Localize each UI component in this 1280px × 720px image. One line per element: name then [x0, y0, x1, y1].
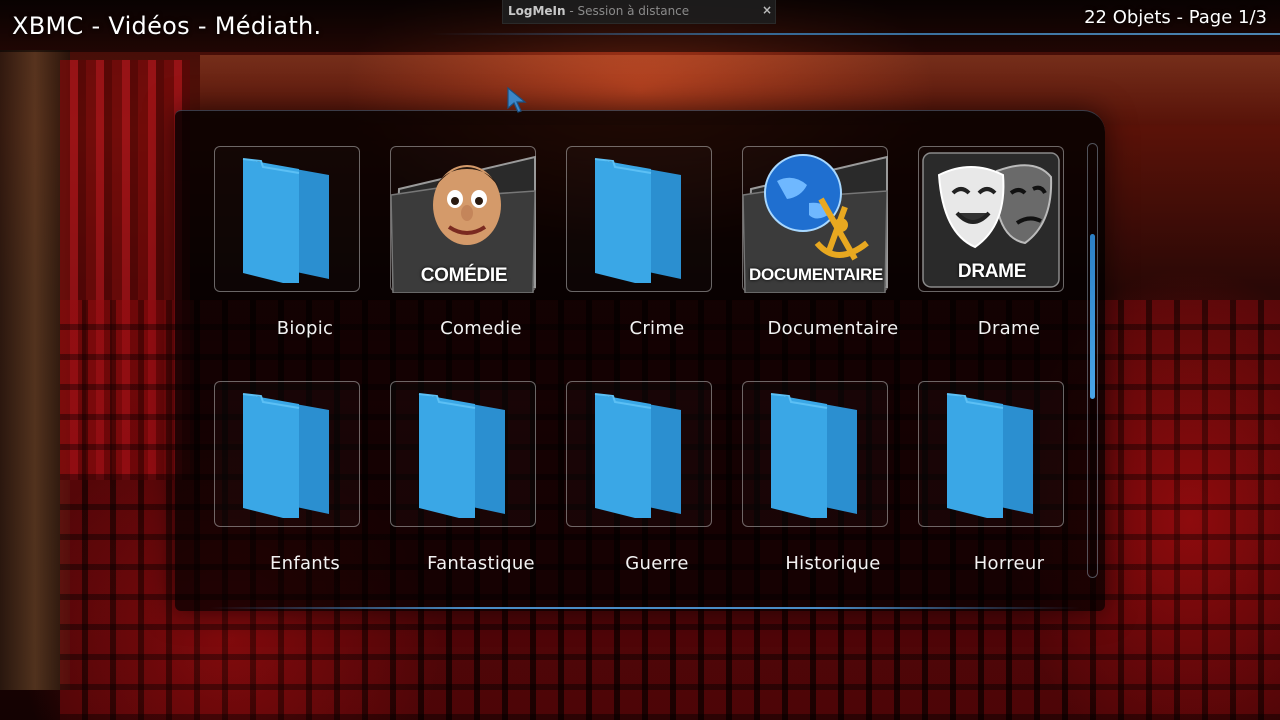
tile-frame: DRAME: [918, 146, 1064, 292]
documentary-thumbnail-caption: DOCUMENTAIRE: [749, 265, 883, 284]
tile-crime[interactable]: Crime: [528, 146, 712, 366]
folder-icon: [242, 158, 329, 283]
folder-icon: [418, 393, 505, 518]
header-divider: [430, 33, 1280, 35]
scrollbar-thumb[interactable]: [1090, 234, 1095, 399]
tile-frame: COMÉDIE: [390, 146, 536, 293]
remote-session-brand: LogMeIn: [508, 4, 566, 18]
folder-icon: [594, 393, 681, 518]
tile-drame[interactable]: DRAME Drame: [880, 146, 1064, 366]
tile-frame: DOCUMENTAIRE: [742, 146, 888, 293]
remote-session-subtitle: - Session à distance: [565, 4, 690, 18]
close-icon[interactable]: ×: [762, 0, 772, 22]
tile-biopic[interactable]: Biopic: [176, 146, 360, 366]
tile-historique[interactable]: Historique: [704, 381, 888, 601]
tile-frame: [742, 381, 888, 527]
tile-frame: [214, 381, 360, 527]
comedy-thumbnail-caption: COMÉDIE: [420, 265, 508, 286]
folder-icon: [242, 393, 329, 518]
tile-horreur[interactable]: Horreur: [880, 381, 1064, 601]
folder-icon: [770, 393, 857, 518]
tile-guerre[interactable]: Guerre: [528, 381, 712, 601]
vertical-scrollbar[interactable]: [1087, 143, 1098, 578]
tile-label: Horreur: [973, 553, 1045, 574]
tile-frame: [566, 381, 712, 527]
remote-session-tab[interactable]: LogMeIn - Session à distance ×: [502, 0, 776, 24]
folder-icon: [594, 158, 681, 283]
tile-fantastique[interactable]: Fantastique: [352, 381, 536, 601]
panel-bottom-divider: [210, 607, 1080, 609]
tile-enfants[interactable]: Enfants: [176, 381, 360, 601]
tile-label: Drame: [977, 318, 1041, 339]
item-count-page-info: 22 Objets - Page 1/3: [1084, 7, 1267, 28]
drama-thumbnail-caption: DRAME: [957, 261, 1027, 282]
folder-icon: [946, 393, 1033, 518]
tile-frame: [390, 381, 536, 527]
mouse-cursor-icon: [507, 86, 527, 113]
tile-frame: [214, 146, 360, 292]
page-title: XBMC - Vidéos - Médiath.: [12, 12, 322, 40]
tile-documentaire[interactable]: DOCUMENTAIRE Documentaire: [704, 146, 898, 366]
tile-comedie[interactable]: COMÉDIE Comedie: [352, 146, 536, 366]
tile-frame: [566, 146, 712, 292]
tile-frame: [918, 381, 1064, 527]
